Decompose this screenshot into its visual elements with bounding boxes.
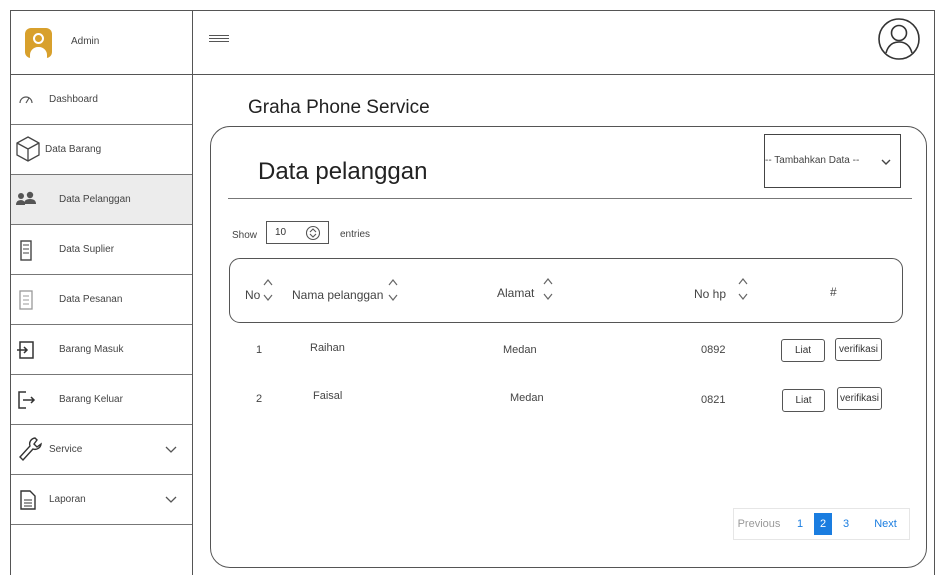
sort-icon[interactable]: [737, 276, 749, 302]
sidebar-item-label: Laporan: [49, 494, 86, 505]
building-icon: [20, 240, 32, 261]
sidebar-item-label: Data Pesanan: [59, 294, 123, 305]
column-header-no[interactable]: No: [245, 288, 260, 302]
add-data-select[interactable]: -- Tambahkan Data --: [764, 134, 901, 188]
wrench-icon: [19, 437, 42, 462]
sidebar-item-data-pelanggan[interactable]: Data Pelanggan: [11, 175, 192, 225]
users-icon: [16, 191, 36, 205]
admin-avatar-icon[interactable]: [25, 28, 52, 58]
user-profile-icon[interactable]: [877, 14, 921, 64]
sidebar-item-label: Service: [49, 444, 83, 455]
file-text-icon: [20, 490, 36, 510]
verify-button[interactable]: verifikasi: [835, 338, 882, 361]
sort-icon[interactable]: [262, 277, 274, 303]
sort-icon[interactable]: [542, 276, 554, 302]
table-cell-no: 1: [256, 344, 263, 356]
admin-brand: Admin: [11, 11, 193, 75]
spinner-arrows-icon[interactable]: [305, 225, 321, 241]
column-header-no-hp[interactable]: No hp: [694, 287, 726, 301]
sidebar-item-service[interactable]: Service: [11, 425, 192, 475]
sidebar-item-barang-keluar[interactable]: Barang Keluar: [11, 375, 192, 425]
chevron-down-icon: [165, 496, 177, 503]
view-button[interactable]: Liat: [782, 389, 825, 412]
sidebar-item-data-suplier[interactable]: Data Suplier: [11, 225, 192, 275]
column-header-alamat[interactable]: Alamat: [497, 286, 534, 300]
cube-icon: [16, 136, 40, 162]
sidebar-item-label: Barang Masuk: [59, 344, 124, 355]
pagination-page-2-current[interactable]: 2: [814, 513, 832, 535]
pagination-page-1[interactable]: 1: [791, 508, 809, 540]
verify-button[interactable]: verifikasi: [837, 387, 882, 410]
entries-value: 10: [275, 227, 287, 238]
table-cell-no-hp: 0892: [701, 344, 726, 356]
sidebar-item-label: Data Barang: [45, 144, 102, 155]
app-title: Graha Phone Service: [248, 97, 430, 118]
hamburger-menu-icon[interactable]: [209, 35, 229, 49]
show-label: Show: [232, 230, 258, 241]
pagination-page-3[interactable]: 3: [837, 508, 855, 540]
table-cell-no-hp: 0821: [701, 394, 726, 406]
entries-stepper[interactable]: 10: [266, 221, 329, 244]
pagination-previous[interactable]: Previous: [733, 508, 785, 540]
view-button[interactable]: Liat: [781, 339, 825, 362]
pagination-next[interactable]: Next: [863, 508, 908, 540]
pagination: Previous 1 2 3 Next: [733, 508, 910, 540]
sidebar-item-laporan[interactable]: Laporan: [11, 475, 192, 525]
entries-label: entries: [340, 229, 371, 240]
sign-in-icon: [17, 341, 34, 359]
column-header-nama[interactable]: Nama pelanggan: [292, 288, 383, 302]
sidebar-item-label: Dashboard: [49, 94, 98, 105]
sort-icon[interactable]: [387, 277, 399, 303]
sidebar-item-data-barang[interactable]: Data Barang: [11, 125, 192, 175]
sidebar-item-dashboard[interactable]: Dashboard: [11, 75, 192, 125]
admin-label: Admin: [71, 36, 100, 47]
sidebar-item-label: Barang Keluar: [59, 394, 123, 405]
table-cell-nama: Faisal: [313, 390, 343, 402]
top-header: Admin: [11, 11, 934, 75]
chevron-down-icon: [881, 159, 891, 165]
page-title: Data pelanggan: [258, 158, 428, 185]
table-cell-alamat: Medan: [510, 392, 544, 404]
column-header-actions: #: [830, 285, 837, 299]
document-list-icon: [19, 290, 33, 310]
sidebar-item-data-pesanan[interactable]: Data Pesanan: [11, 275, 192, 325]
title-divider: [228, 198, 912, 199]
sidebar: Dashboard Data Barang Data Pelanggan Dat…: [11, 75, 193, 575]
table-cell-alamat: Medan: [503, 344, 537, 356]
table-cell-nama: Raihan: [310, 342, 345, 354]
table-cell-no: 2: [256, 393, 263, 405]
sidebar-item-barang-masuk[interactable]: Barang Masuk: [11, 325, 192, 375]
add-data-select-value: -- Tambahkan Data --: [765, 155, 860, 166]
page: Admin Dashboard Data Barang Data Pelangg…: [0, 0, 936, 575]
dashboard-icon: [19, 96, 33, 104]
sign-out-icon: [18, 391, 36, 409]
sidebar-item-label: Data Pelanggan: [59, 194, 131, 205]
sidebar-item-label: Data Suplier: [59, 244, 115, 255]
chevron-down-icon: [165, 446, 177, 453]
